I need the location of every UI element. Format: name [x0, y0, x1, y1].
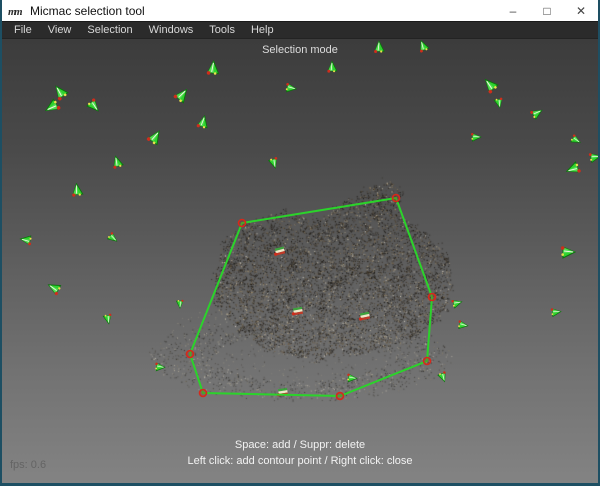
micmac-window: m m Micmac selection tool – □ ✕ FileView… [0, 0, 600, 486]
camera-marker [155, 363, 166, 372]
scene-overlay [2, 39, 598, 483]
window-title: Micmac selection tool [30, 4, 145, 18]
camera-marker [437, 371, 448, 383]
menu-item-tools[interactable]: Tools [201, 23, 243, 37]
camera-marker [565, 161, 581, 176]
contour-vertex[interactable] [187, 351, 194, 358]
camera-marker [327, 61, 336, 72]
tiepoint-flag-marker [291, 307, 303, 316]
selection-contour-polygon [190, 198, 432, 396]
contour-vertex[interactable] [429, 294, 436, 301]
tiepoint-flag-marker [358, 312, 370, 321]
camera-marker [481, 76, 499, 94]
camera-marker [176, 300, 183, 308]
camera-marker [106, 232, 119, 245]
contour-vertex[interactable] [337, 393, 344, 400]
hint-mouse: Left click: add contour point / Right cl… [2, 455, 598, 467]
camera-marker [196, 115, 210, 130]
menu-item-file[interactable]: File [6, 23, 40, 37]
contour-vertex[interactable] [200, 390, 207, 397]
tiepoint-flag-marker [273, 246, 286, 256]
menu-item-help[interactable]: Help [243, 23, 282, 37]
menu-bar: FileViewSelectionWindowsToolsHelp [2, 21, 598, 38]
camera-marker [146, 128, 164, 146]
gl-viewport[interactable]: Selection mode Space: add / Suppr: delet… [2, 38, 598, 483]
svg-text:m: m [14, 6, 23, 17]
micmac-logo-icon: m m [6, 3, 26, 19]
camera-marker [347, 374, 358, 383]
menu-item-selection[interactable]: Selection [79, 23, 140, 37]
camera-marker [451, 298, 463, 309]
maximize-button[interactable]: □ [530, 0, 564, 21]
camera-marker [207, 61, 220, 76]
camera-marker [111, 155, 124, 169]
camera-marker [471, 133, 481, 141]
minimize-button[interactable]: – [496, 0, 530, 21]
camera-marker [551, 308, 562, 317]
camera-marker [20, 234, 33, 245]
contour-vertex[interactable] [424, 358, 431, 365]
camera-marker [46, 280, 62, 296]
camera-marker [43, 98, 61, 115]
contour-vertex[interactable] [393, 195, 400, 202]
contour-vertex[interactable] [239, 220, 246, 227]
camera-marker [417, 39, 430, 53]
camera-marker [374, 41, 384, 53]
camera-marker [570, 134, 583, 146]
camera-marker [51, 83, 69, 101]
hint-space-suppr: Space: add / Suppr: delete [2, 439, 598, 451]
camera-marker [103, 313, 113, 324]
camera-marker [530, 106, 544, 120]
fps-counter: fps: 0.6 [10, 459, 46, 471]
menu-item-view[interactable]: View [40, 23, 80, 37]
close-button[interactable]: ✕ [564, 0, 598, 21]
titlebar: m m Micmac selection tool – □ ✕ [2, 0, 598, 21]
camera-marker [494, 97, 504, 108]
menu-item-windows[interactable]: Windows [141, 23, 202, 37]
camera-marker [86, 98, 102, 115]
camera-marker [589, 151, 598, 162]
camera-marker [457, 320, 468, 330]
camera-marker [285, 83, 297, 94]
camera-marker [173, 86, 191, 104]
camera-marker [561, 246, 575, 258]
window-controls: – □ ✕ [496, 0, 598, 21]
camera-marker [71, 183, 83, 197]
camera-marker [268, 157, 279, 170]
